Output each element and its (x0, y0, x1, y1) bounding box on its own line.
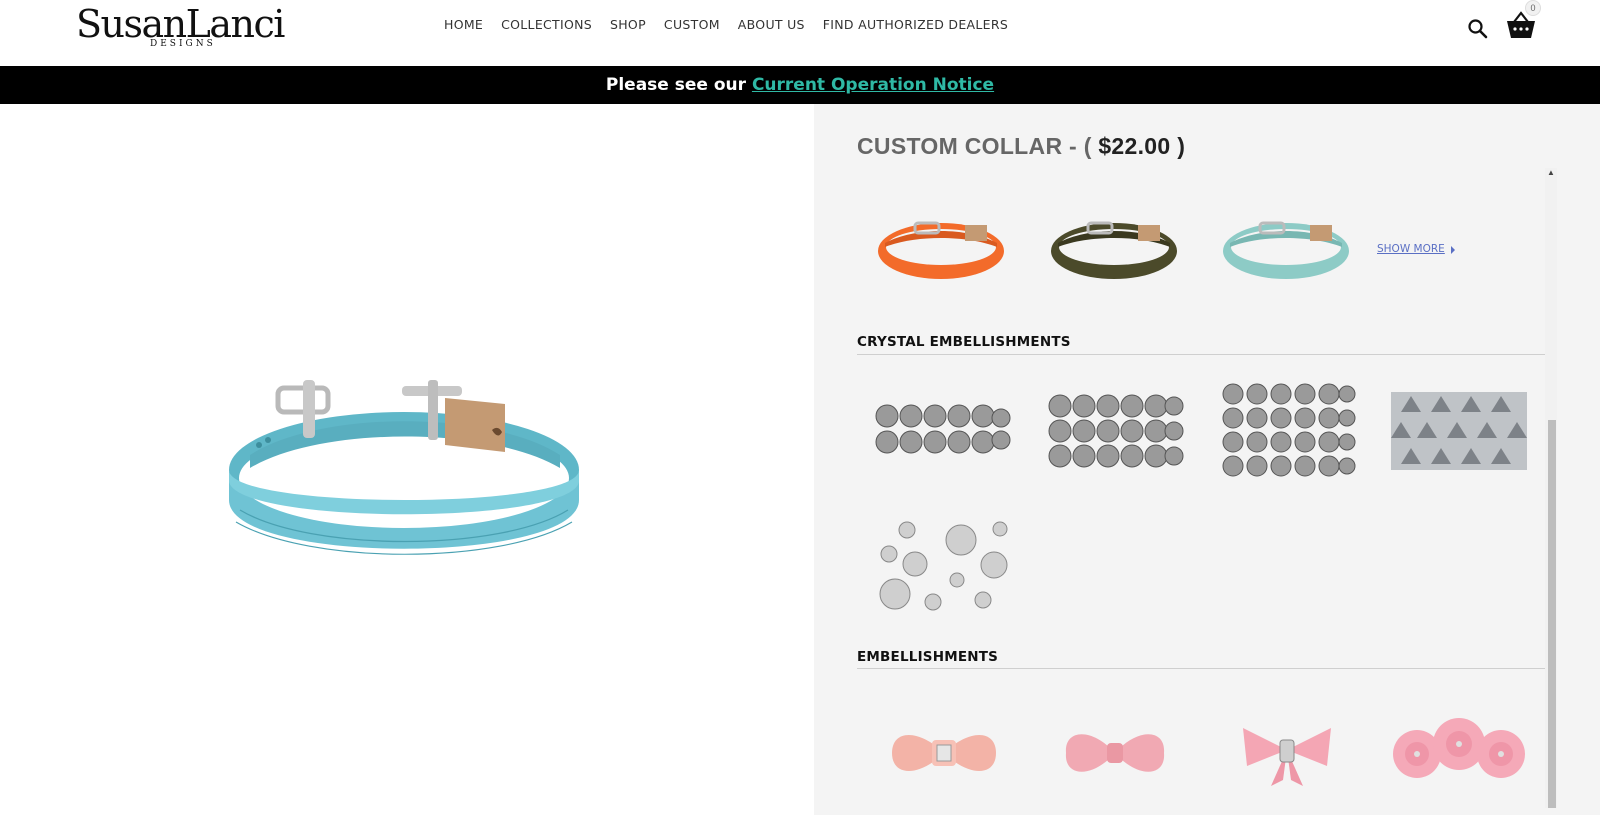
nav-shop[interactable]: SHOP (610, 17, 646, 32)
site-header: SusanLanci DESIGNS HOME COLLECTIONS SHOP… (0, 0, 1600, 66)
crystal-option-3-row[interactable] (1046, 392, 1184, 470)
nav-home[interactable]: HOME (444, 17, 483, 32)
operation-notice-link[interactable]: Current Operation Notice (752, 75, 994, 95)
cart-count-badge: 0 (1525, 0, 1541, 16)
nav-collections[interactable]: COLLECTIONS (501, 17, 592, 32)
collar-swatch-olive[interactable] (1048, 215, 1180, 285)
scrollbar-thumb[interactable] (1548, 420, 1556, 808)
section-divider (857, 668, 1545, 669)
crystal-option-4-row[interactable] (1219, 382, 1357, 478)
bow-option-tails[interactable] (1237, 716, 1337, 790)
flower-option[interactable] (1391, 714, 1527, 786)
brand-logo[interactable]: SusanLanci DESIGNS (76, 2, 290, 49)
collar-swatch-orange[interactable] (875, 215, 1007, 285)
main-nav: HOME COLLECTIONS SHOP CUSTOM ABOUT US FI… (444, 17, 1008, 32)
nav-custom[interactable]: CUSTOM (664, 17, 720, 32)
notice-text: Please see our (605, 75, 752, 95)
bow-option-plain[interactable] (1062, 727, 1168, 779)
product-image (200, 360, 600, 600)
collar-swatch-aqua[interactable] (1220, 215, 1352, 285)
notice-bar: Please see our Current Operation Notice (0, 66, 1600, 104)
nav-find-dealers[interactable]: FIND AUTHORIZED DEALERS (823, 17, 1008, 32)
crystal-option-2-row[interactable] (873, 400, 1011, 460)
crystal-embellishments-heading: CRYSTAL EMBELLISHMENTS (857, 334, 1071, 350)
crystal-option-spikes[interactable] (1391, 392, 1527, 470)
embellishments-heading: EMBELLISHMENTS (857, 649, 999, 665)
bow-option-crystal-center[interactable] (888, 726, 1000, 780)
show-more-link[interactable]: SHOW MORE (1377, 243, 1445, 255)
product-price: $22.00 (1098, 133, 1171, 159)
product-title-text: CUSTOM COLLAR - ( (857, 133, 1099, 159)
product-title-end: ) (1170, 133, 1186, 159)
crystal-option-scattered[interactable] (873, 518, 1013, 618)
section-divider (857, 354, 1545, 355)
scroll-up-arrow-icon[interactable]: ▲ (1547, 169, 1555, 177)
brand-sub: DESIGNS (150, 39, 216, 49)
search-icon[interactable] (1467, 18, 1489, 40)
show-more-arrow-icon[interactable] (1451, 246, 1455, 254)
product-title: CUSTOM COLLAR - ( $22.00 ) (857, 133, 1185, 160)
nav-about-us[interactable]: ABOUT US (738, 17, 805, 32)
